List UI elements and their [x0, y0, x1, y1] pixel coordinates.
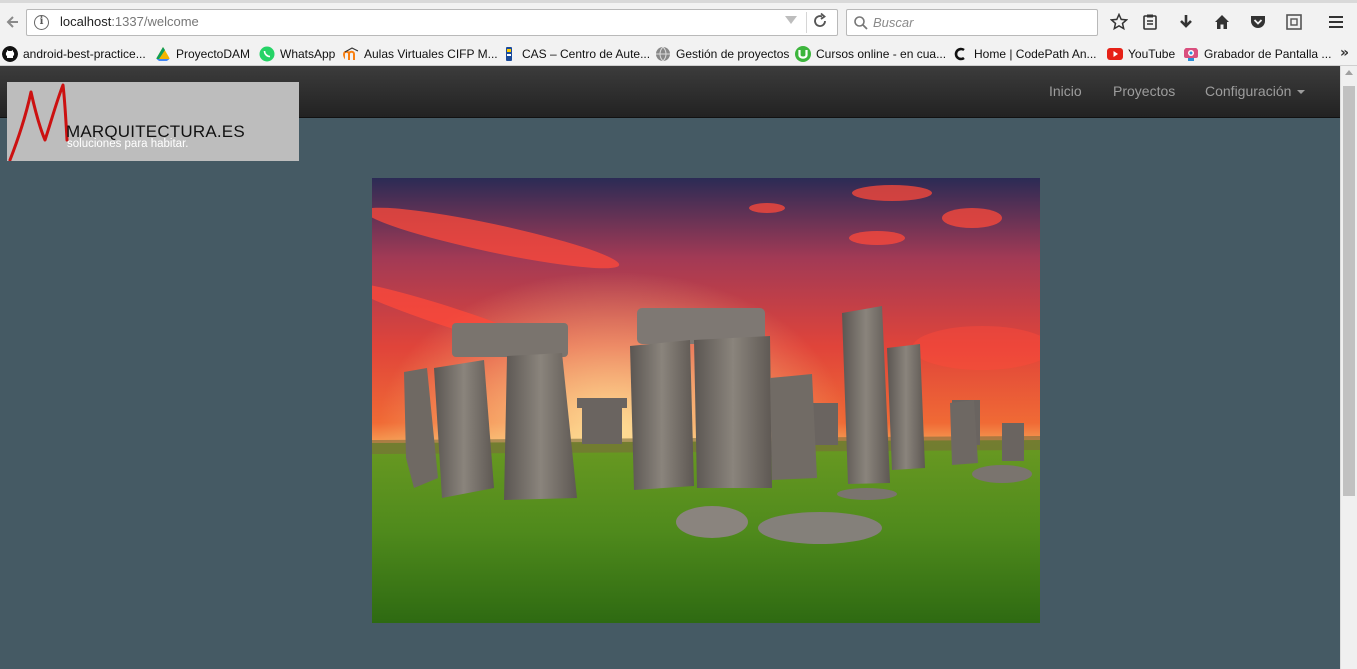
bookmark-cursos-online[interactable]: Cursos online - en cua... [795, 45, 946, 63]
nav-inicio[interactable]: Inicio [1049, 83, 1082, 99]
bookmark-codepath[interactable]: Home | CodePath An... [953, 45, 1097, 63]
url-path: :1337/welcome [111, 14, 199, 29]
bookmark-cas[interactable]: CAS – Centro de Aute... [501, 45, 650, 63]
url-separator [806, 12, 807, 33]
udemy-icon [795, 46, 811, 62]
reload-icon [814, 12, 826, 27]
caret-down-icon [1297, 90, 1306, 95]
url-host: localhost [60, 14, 112, 29]
github-icon [2, 46, 18, 62]
bookmark-label: Home | CodePath An... [974, 47, 1097, 61]
pocket-icon [1251, 16, 1265, 28]
url-history-dropdown-icon[interactable] [785, 16, 797, 24]
nav-proyectos[interactable]: Proyectos [1113, 83, 1175, 99]
clipboard-icon [1143, 14, 1157, 30]
pocket-button[interactable] [1246, 10, 1270, 34]
bookmark-label: CAS – Centro de Aute... [522, 47, 651, 61]
bookmark-star-button[interactable] [1107, 10, 1131, 34]
bookmark-label: Aulas Virtuales CIFP M... [364, 47, 498, 61]
nav-configuracion-label: Configuración [1205, 83, 1292, 99]
hamburger-icon [1329, 16, 1343, 28]
window-icon [1286, 14, 1302, 30]
url-text[interactable]: localhost:1337/welcome [60, 14, 199, 29]
bookmark-whatsapp[interactable]: WhatsApp [259, 45, 335, 63]
recorder-icon [1184, 48, 1198, 61]
bookmark-label: WhatsApp [280, 47, 336, 61]
bookmark-label: Cursos online - en cua... [816, 47, 947, 61]
site-logo[interactable]: MARQUITECTURA.ES soluciones para habitar… [7, 82, 299, 161]
bookmark-label: ProyectoDAM [176, 47, 251, 61]
search-placeholder: Buscar [873, 15, 914, 30]
bookmark-proyectodam[interactable]: ProyectoDAM [155, 45, 250, 63]
reader-view-button[interactable] [1282, 10, 1306, 34]
youtube-icon [1107, 48, 1123, 60]
drive-icon [156, 47, 170, 61]
back-arrow-icon [6, 16, 18, 28]
scrollbar-thumb[interactable] [1343, 86, 1355, 496]
bookmark-label: android-best-practice... [23, 47, 146, 61]
download-arrow-icon [1180, 15, 1192, 28]
bookmark-grabador[interactable]: Grabador de Pantalla ... [1183, 45, 1331, 63]
tab-strip-edge [0, 0, 1357, 3]
bookmark-aulas-virtuales[interactable]: Aulas Virtuales CIFP M... [343, 45, 498, 63]
bookmark-label: YouTube [1128, 47, 1176, 61]
bookmark-android-best-practices[interactable]: android-best-practice... [2, 45, 146, 63]
scroll-up-arrow-icon[interactable] [1345, 70, 1353, 75]
cas-icon [506, 47, 512, 61]
moodle-icon [343, 47, 359, 60]
downloads-button[interactable] [1174, 10, 1198, 34]
bookmark-label: Gestión de proyectos [676, 47, 790, 61]
page-scrollbar[interactable] [1340, 66, 1357, 669]
browser-toolbar: i localhost:1337/welcome Buscar [0, 0, 1357, 42]
bookmarks-library-button[interactable] [1138, 10, 1162, 34]
menu-button[interactable] [1324, 10, 1348, 34]
home-icon [1215, 15, 1229, 29]
logo-tagline: soluciones para habitar. [67, 138, 189, 150]
bookmark-youtube[interactable]: YouTube [1107, 45, 1175, 63]
reload-button[interactable] [812, 12, 828, 34]
home-button[interactable] [1210, 10, 1234, 34]
stonehenge-image [372, 178, 1040, 623]
site-info-icon[interactable]: i [34, 15, 49, 30]
address-bar[interactable]: i localhost:1337/welcome [26, 9, 838, 36]
codepath-icon [954, 47, 965, 61]
hero-image [372, 178, 1040, 623]
star-icon [1110, 13, 1128, 31]
back-button[interactable] [0, 8, 24, 36]
bookmarks-overflow-button[interactable]: » [1340, 45, 1349, 61]
search-bar[interactable]: Buscar [846, 9, 1098, 36]
bookmarks-bar: android-best-practice... ProyectoDAM Wha… [0, 42, 1357, 66]
bookmark-gestion-proyectos[interactable]: Gestión de proyectos [655, 45, 789, 63]
nav-configuracion-dropdown[interactable]: Configuración [1205, 83, 1306, 99]
search-icon [854, 16, 868, 30]
whatsapp-icon [259, 46, 275, 62]
globe-icon [656, 46, 670, 62]
bookmark-label: Grabador de Pantalla ... [1204, 47, 1332, 61]
